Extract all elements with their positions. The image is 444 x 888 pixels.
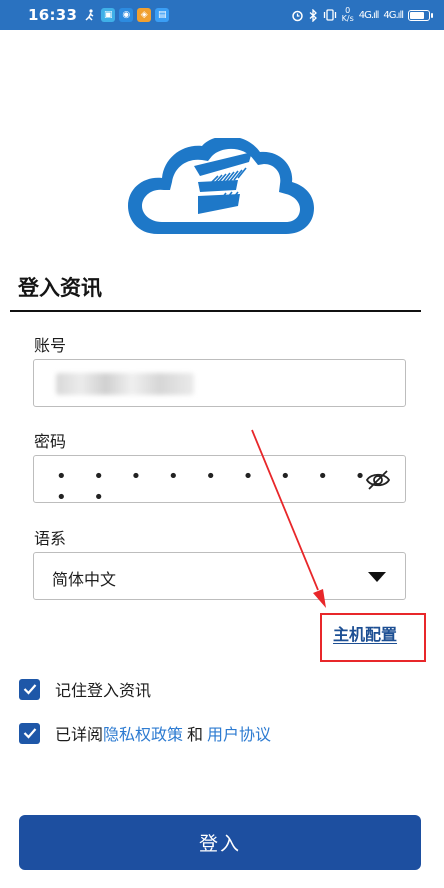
vibrate-icon <box>323 9 336 21</box>
account-label: 账号 <box>34 336 67 355</box>
annotation-highlight-box <box>320 613 426 662</box>
app-notification-icon-1: ▣ <box>101 8 116 22</box>
signal-sim2-icon: 4G.ıll <box>383 9 404 21</box>
network-speed: 0 K/s <box>341 6 354 23</box>
password-masked-value: • • • • • • • • • • • <box>56 466 376 508</box>
user-agreement-link[interactable]: 用户协议 <box>207 721 271 745</box>
status-time: 16:33 <box>28 6 78 24</box>
status-bar: 16:33 ▣ ◉ ◈ ▤ 0 K/s 4G.ıll 4G.ıll <box>0 0 444 30</box>
account-value-redacted <box>56 373 194 395</box>
agreement-and: 和 <box>187 725 204 744</box>
remember-label: 记住登入资讯 <box>55 681 152 700</box>
annotation-arrow <box>251 429 326 608</box>
password-input[interactable]: • • • • • • • • • • • <box>33 455 406 508</box>
section-title: 登入资讯 <box>18 276 102 300</box>
login-button[interactable]: 登入 <box>19 815 421 870</box>
eye-slash-icon[interactable] <box>365 468 391 492</box>
app-notification-icon-2: ◉ <box>119 8 134 22</box>
check-icon <box>23 684 36 695</box>
remember-checkbox[interactable] <box>19 678 40 700</box>
notification-icons: ▣ ◉ ◈ ▤ <box>83 8 170 22</box>
account-input[interactable] <box>33 359 406 407</box>
alarm-icon <box>291 10 303 21</box>
caret-down-icon <box>368 572 386 582</box>
app-notification-icon-3: ◈ <box>137 8 152 22</box>
app-notification-icon-4: ▤ <box>155 8 170 22</box>
agreement-checkbox[interactable] <box>19 722 40 744</box>
battery-icon <box>408 9 433 21</box>
signal-sim1-icon: 4G.ıll <box>358 9 380 21</box>
privacy-policy-link[interactable]: 隐私权政策 <box>103 721 183 745</box>
person-walk-icon <box>85 9 94 21</box>
language-label: 语系 <box>34 529 67 548</box>
system-icons: 0 K/s 4G.ıll 4G.ıll <box>291 6 433 23</box>
agreement-option[interactable]: 已详阅 隐私权政策 和 用户协议 <box>19 721 271 745</box>
language-selected-value: 简体中文 <box>52 570 117 589</box>
bluetooth-icon <box>309 8 317 22</box>
check-icon <box>23 728 36 739</box>
cloud-logo <box>128 138 314 234</box>
password-label: 密码 <box>34 432 67 451</box>
language-select[interactable]: 简体中文 <box>33 552 406 600</box>
remember-login-option[interactable]: 记住登入资讯 <box>19 677 151 701</box>
agreement-prefix: 已详阅 <box>55 725 104 744</box>
section-divider <box>10 310 421 312</box>
